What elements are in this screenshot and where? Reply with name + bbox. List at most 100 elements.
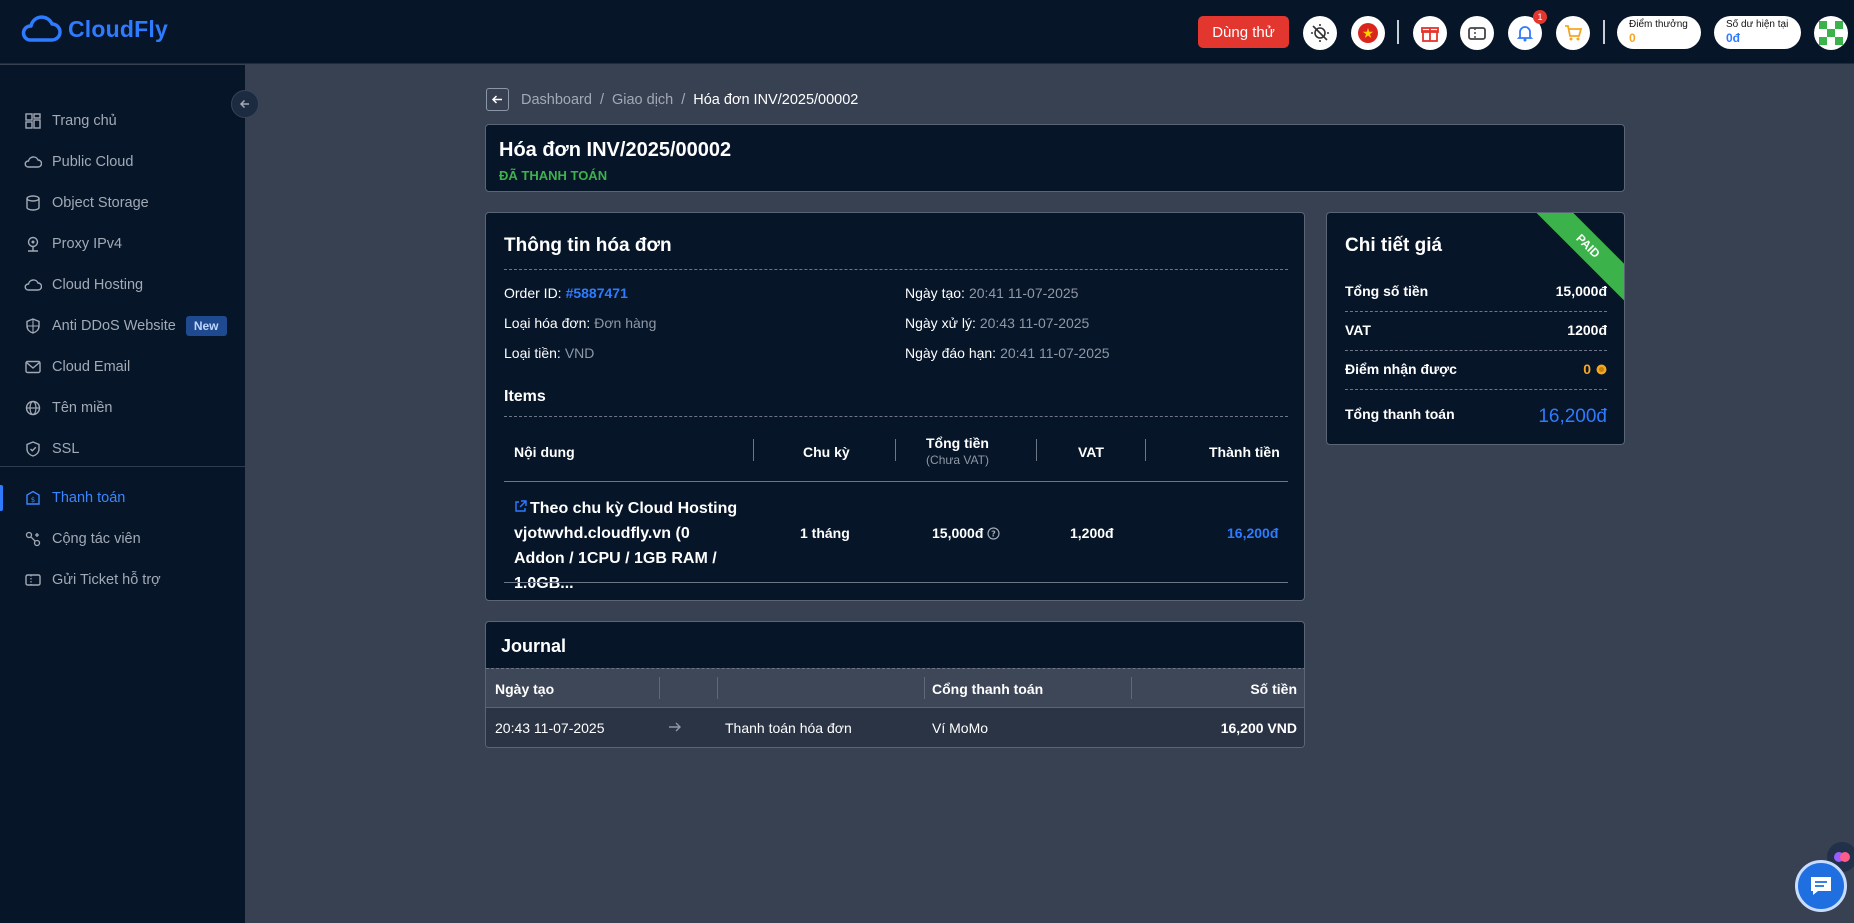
- journal-row: 20:43 11-07-2025 Thanh toán hóa đơn Ví M…: [486, 707, 1304, 747]
- grand-total-row: Tổng thanh toán 16,200đ: [1345, 400, 1607, 428]
- divider: [1345, 389, 1607, 390]
- sidebar-item-ssl[interactable]: SSL: [0, 430, 245, 468]
- svg-text:?: ?: [991, 530, 996, 539]
- journal-column-date: Ngày tạo: [495, 681, 555, 697]
- sidebar-item-label: Cloud Hosting: [52, 277, 144, 293]
- sidebar-item-label: Trang chủ: [52, 113, 117, 129]
- sidebar-item-label: Public Cloud: [52, 154, 134, 170]
- sidebar-item-cloud-hosting[interactable]: Cloud Hosting: [0, 266, 245, 304]
- processed-row: Ngày xử lý: 20:43 11-07-2025: [905, 315, 1089, 331]
- sidebar-item-label: Cloud Email: [52, 359, 131, 375]
- sidebar-item-affiliate[interactable]: Cộng tác viên: [0, 520, 245, 558]
- column-separator: [924, 677, 925, 699]
- column-header-amount: Thành tiền: [1209, 444, 1280, 460]
- svg-text:$: $: [31, 496, 35, 504]
- sidebar-item-label: Thanh toán: [52, 490, 126, 506]
- sidebar-item-proxy-ipv4[interactable]: Proxy IPv4: [0, 225, 245, 263]
- cloud-logo-icon: [21, 15, 62, 42]
- affiliate-icon: [24, 530, 42, 548]
- gift-button[interactable]: [1413, 16, 1447, 50]
- breadcrumb-separator: /: [599, 91, 604, 108]
- sidebar-item-domains[interactable]: Tên miền: [0, 389, 245, 427]
- subtotal-value: 15,000đ: [1555, 283, 1607, 299]
- arrow-left-icon: [491, 95, 502, 104]
- language-button[interactable]: [1351, 16, 1385, 50]
- journal-card: Journal Ngày tạo Cổng thanh toán Số tiền…: [485, 621, 1305, 748]
- invoice-type-label: Loại hóa đơn:: [504, 315, 591, 331]
- sidebar-item-label: SSL: [52, 441, 80, 457]
- invoice-info-card: Thông tin hóa đơn Order ID: #5887471 Loại…: [485, 212, 1305, 601]
- notification-count-badge: 1: [1533, 10, 1547, 24]
- breadcrumb-transactions[interactable]: Giao dịch: [612, 92, 673, 108]
- column-header-total-sub: (Chưa VAT): [926, 453, 989, 467]
- created-row: Ngày tạo: 20:41 11-07-2025: [905, 285, 1078, 301]
- back-button[interactable]: [486, 88, 509, 111]
- items-heading: Items: [504, 388, 546, 405]
- column-separator: [659, 677, 660, 699]
- journal-heading: Journal: [501, 636, 567, 656]
- column-header-cycle: Chu kỳ: [803, 444, 850, 460]
- chat-button[interactable]: [1795, 860, 1847, 912]
- new-badge: New: [185, 316, 227, 336]
- divider: [1345, 350, 1607, 351]
- journal-row-date: 20:43 11-07-2025: [495, 720, 605, 736]
- item-content-text: Theo chu kỳ Cloud Hosting vjotwvhd.cloud…: [514, 500, 738, 592]
- proxy-icon: [24, 235, 42, 253]
- chat-bubble-icon: [1811, 877, 1831, 895]
- mail-icon: [24, 358, 42, 376]
- balance-pill[interactable]: Số dư hiện tại 0đ: [1714, 16, 1801, 49]
- breadcrumb-dashboard[interactable]: Dashboard: [521, 92, 592, 108]
- column-header-vat: VAT: [1078, 444, 1104, 460]
- brand-logo[interactable]: CloudFly: [20, 14, 168, 44]
- invoice-type-row: Loại hóa đơn: Đơn hàng: [504, 315, 656, 331]
- column-separator: [1145, 439, 1146, 461]
- sidebar-item-anti-ddos[interactable]: Anti DDoS Website New: [0, 307, 245, 345]
- sidebar-collapse-button[interactable]: [231, 90, 259, 118]
- subtotal-row: Tổng số tiền 15,000đ: [1345, 283, 1607, 299]
- sidebar-item-support-ticket[interactable]: Gửi Ticket hỗ trợ: [0, 561, 245, 599]
- grand-total-label: Tổng thanh toán: [1345, 406, 1455, 422]
- journal-table-header: Ngày tạo Cổng thanh toán Số tiền: [486, 668, 1304, 707]
- shield-check-icon: [24, 440, 42, 458]
- divider: [504, 269, 1288, 270]
- reward-points-pill[interactable]: Điểm thưởng 0: [1617, 16, 1701, 49]
- trial-button[interactable]: Dùng thử: [1198, 16, 1289, 48]
- sidebar-item-label: Anti DDoS Website: [52, 318, 176, 334]
- column-header-content: Nội dung: [514, 444, 575, 460]
- breadcrumb: Dashboard / Giao dịch / Hóa đơn INV/2025…: [486, 88, 858, 111]
- due-value: 20:41 11-07-2025: [1000, 345, 1110, 361]
- sidebar-item-public-cloud[interactable]: Public Cloud: [0, 143, 245, 181]
- sidebar: Trang chủ Public Cloud Object Storage Pr…: [0, 65, 245, 923]
- sidebar-item-object-storage[interactable]: Object Storage: [0, 184, 245, 222]
- table-header-divider: [504, 481, 1288, 482]
- processed-value: 20:43 11-07-2025: [979, 315, 1090, 331]
- page-title: Hóa đơn INV/2025/00002: [499, 139, 732, 161]
- sidebar-item-cloud-email[interactable]: Cloud Email: [0, 348, 245, 386]
- order-id-row: Order ID: #5887471: [504, 285, 628, 301]
- column-separator: [1036, 439, 1037, 461]
- info-circle-icon[interactable]: ?: [987, 527, 1000, 540]
- vat-label: VAT: [1345, 322, 1371, 338]
- database-icon: [24, 194, 42, 212]
- item-content[interactable]: Theo chu kỳ Cloud Hosting vjotwvhd.cloud…: [514, 496, 742, 596]
- grand-total-value: 16,200đ: [1538, 406, 1607, 427]
- theme-toggle-button[interactable]: [1303, 16, 1337, 50]
- ticket-icon: [24, 571, 42, 589]
- item-vat: 1,200đ: [1070, 525, 1114, 541]
- points-label: Điểm nhận được: [1345, 361, 1457, 377]
- sidebar-item-home[interactable]: Trang chủ: [0, 102, 245, 140]
- journal-column-gateway: Cổng thanh toán: [932, 681, 1044, 697]
- item-total: 15,000đ ?: [932, 525, 1000, 541]
- divider: [1345, 311, 1607, 312]
- brain-icon: [1834, 852, 1850, 862]
- voucher-button[interactable]: [1460, 16, 1494, 50]
- sidebar-item-billing[interactable]: $ Thanh toán: [0, 479, 245, 517]
- order-id-link[interactable]: #5887471: [566, 285, 628, 301]
- points-value-wrap: 0: [1583, 361, 1607, 377]
- column-header-total-label: Tổng tiền: [926, 435, 989, 451]
- journal-row-description: Thanh toán hóa đơn: [725, 720, 852, 736]
- cart-icon: [1565, 25, 1583, 41]
- cart-button[interactable]: [1556, 16, 1590, 50]
- header-divider: [1397, 20, 1399, 44]
- user-avatar[interactable]: [1814, 16, 1848, 50]
